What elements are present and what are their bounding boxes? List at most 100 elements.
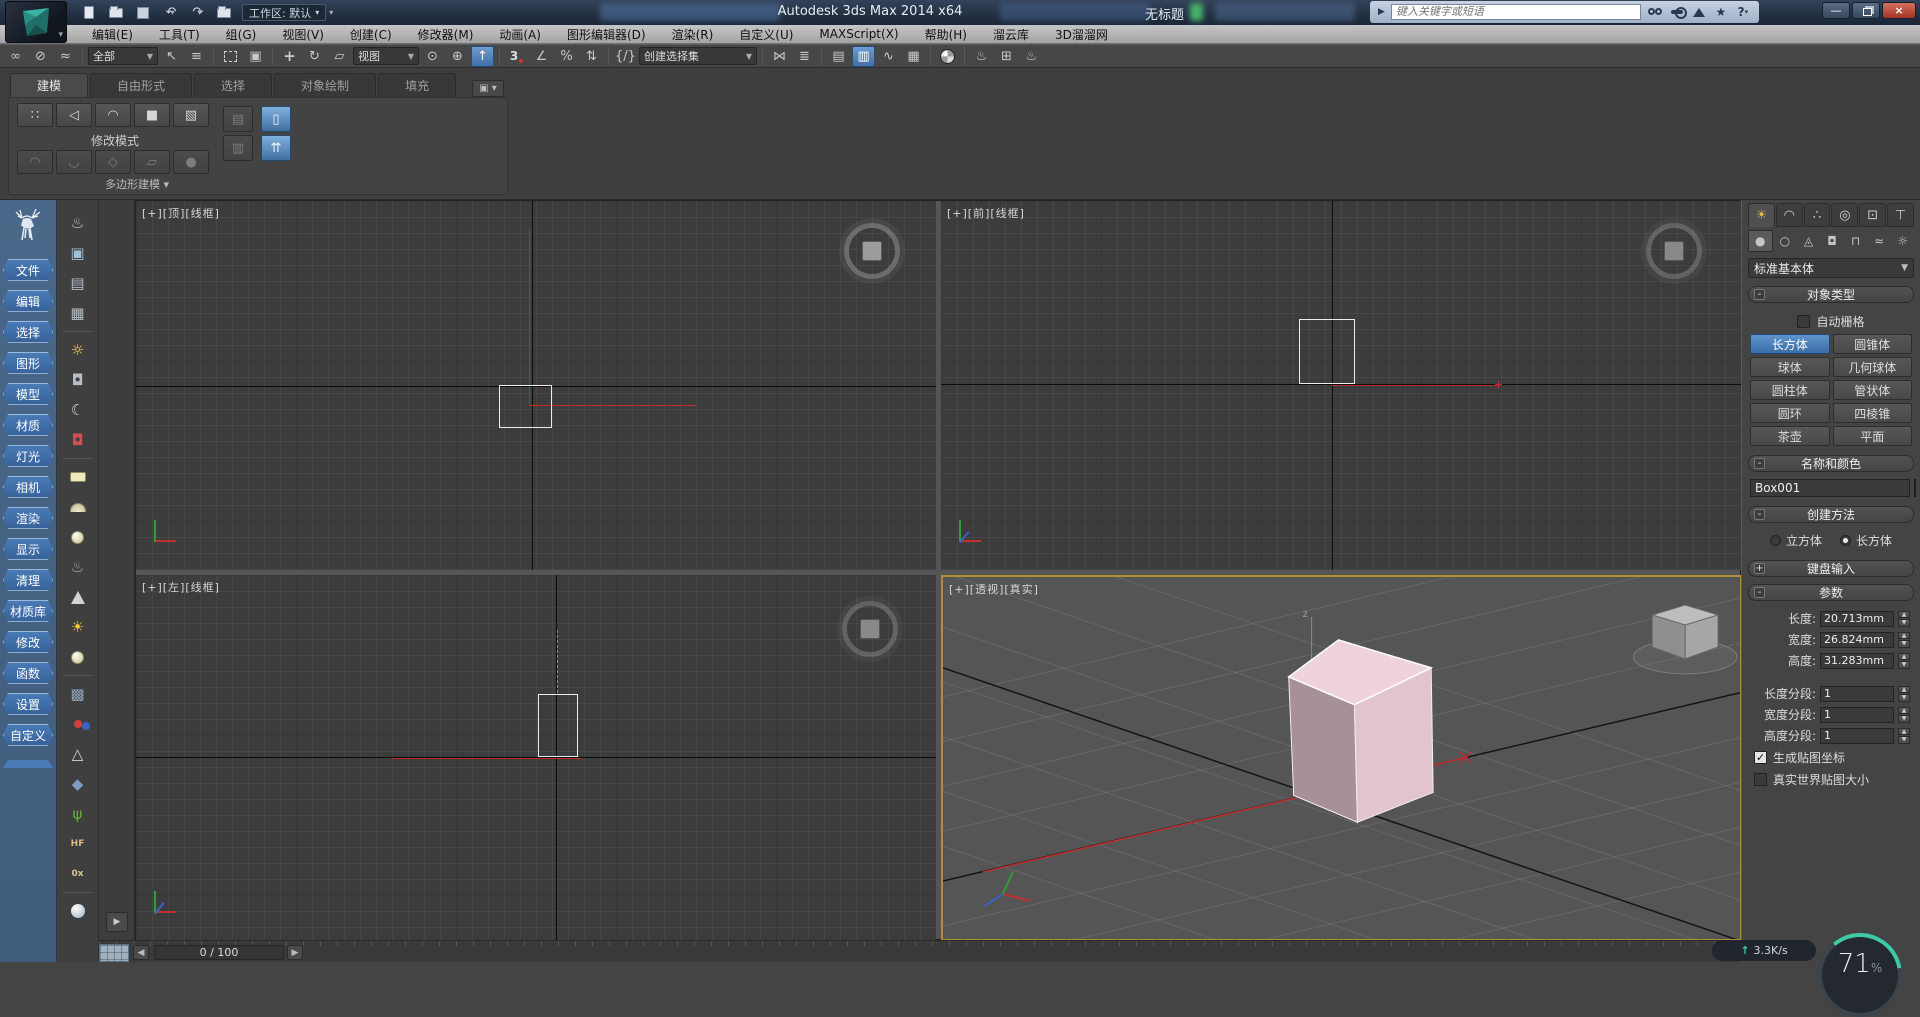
viewport-label[interactable]: [+][顶][线框] bbox=[142, 205, 220, 221]
collapse-icon[interactable]: - bbox=[1754, 587, 1765, 598]
lights-category-icon[interactable]: ◬ bbox=[1797, 230, 1820, 252]
menu-item[interactable]: 帮助(H) bbox=[913, 25, 979, 44]
keyboard-shortcut-override-icon[interactable]: ↑ bbox=[471, 46, 494, 67]
collapse-icon[interactable]: - bbox=[1754, 458, 1765, 469]
rollout-header[interactable]: - 对象类型 bbox=[1748, 286, 1914, 303]
show-end-result-icon[interactable]: ▯ bbox=[261, 106, 291, 132]
plugin-teapot-icon[interactable]: ♨ bbox=[71, 208, 84, 238]
wire-teapot-icon[interactable]: ♨ bbox=[71, 552, 84, 582]
sidebar-item-函数[interactable]: 函数 bbox=[3, 662, 53, 684]
preview-subobject-icon[interactable]: ◠ bbox=[17, 150, 53, 174]
select-by-name-icon[interactable]: ≡ bbox=[185, 46, 208, 67]
grass-icon[interactable]: ψ bbox=[73, 799, 83, 829]
create-tab[interactable]: ☀ bbox=[1748, 203, 1775, 227]
object-type-管状体-button[interactable]: 管状体 bbox=[1833, 380, 1913, 400]
mirror-icon[interactable]: ⋈ bbox=[768, 46, 791, 67]
utilities-tab[interactable]: ⊤ bbox=[1887, 203, 1914, 227]
unlink-selection-icon[interactable]: ⊘ bbox=[29, 46, 52, 67]
object-type-长方体-button[interactable]: 长方体 bbox=[1750, 334, 1830, 354]
shapes-category-icon[interactable]: ○ bbox=[1774, 230, 1797, 252]
viewcube-disc-icon[interactable] bbox=[1646, 223, 1702, 279]
ribbon-config-icon[interactable]: ▣ ▾ bbox=[472, 80, 504, 97]
viewport-perspective-active[interactable]: [+][透视][真实] z bbox=[941, 575, 1742, 941]
reference-coordinate-system-dropdown[interactable]: 视图▼ bbox=[353, 47, 419, 65]
help-icon[interactable]: ?▾ bbox=[1735, 4, 1751, 20]
primitive-category-dropdown[interactable]: 标准基本体 ▼ bbox=[1748, 258, 1914, 278]
mini-curve-editor-button[interactable] bbox=[99, 944, 129, 962]
collapse-icon[interactable]: - bbox=[1754, 509, 1765, 520]
menu-item[interactable]: MAXScript(X) bbox=[807, 26, 910, 42]
spinner-control[interactable]: ▲▼ bbox=[1898, 611, 1910, 627]
ribbon-tab-inactive[interactable]: 对象绘制 bbox=[274, 73, 376, 97]
height-field[interactable]: 31.283mm bbox=[1820, 653, 1894, 669]
viewcube-disc-icon[interactable] bbox=[842, 601, 898, 657]
viewport-label[interactable]: [+][前][线框] bbox=[947, 205, 1025, 221]
toolbar-overflow-icon[interactable]: ▶ bbox=[106, 912, 128, 932]
ribbon-tab-inactive[interactable]: 填充 bbox=[378, 73, 456, 97]
object-type-圆环-button[interactable]: 圆环 bbox=[1750, 403, 1830, 423]
material-editor-icon[interactable] bbox=[936, 46, 959, 67]
render-preview-icon[interactable]: ▣ bbox=[70, 238, 84, 268]
panel-grid-a-icon[interactable]: ▤ bbox=[70, 268, 84, 298]
previous-frame-icon[interactable]: ◀ bbox=[133, 945, 149, 960]
sidebar-item-自定义[interactable]: 自定义 bbox=[3, 724, 53, 746]
rollout-header[interactable]: - 创建方法 bbox=[1748, 506, 1914, 523]
fur-0x-icon[interactable]: 0x bbox=[71, 859, 83, 889]
viewport-label[interactable]: [+][左][线框] bbox=[142, 579, 220, 595]
rollout-header[interactable]: - 参数 bbox=[1748, 584, 1914, 601]
parameter-checkbox[interactable]: ✓ bbox=[1754, 751, 1767, 764]
rollout-header[interactable]: + 键盘输入 bbox=[1748, 560, 1914, 577]
selected-box-outline[interactable] bbox=[538, 694, 578, 757]
sidebar-item-partial[interactable] bbox=[3, 760, 53, 768]
use-pivot-point-center-icon[interactable]: ⊙ bbox=[421, 46, 444, 67]
length-field[interactable]: 20.713mm bbox=[1820, 611, 1894, 627]
vertex-mode-icon[interactable]: ∷ bbox=[17, 103, 53, 127]
panel-title[interactable]: 多边形建模 ▾ bbox=[27, 176, 247, 192]
width-segs-field[interactable]: 1 bbox=[1820, 707, 1894, 723]
previous-modifier-icon[interactable]: ▥ bbox=[223, 135, 253, 161]
menu-item[interactable]: 3D溜溜网 bbox=[1043, 25, 1120, 44]
edge-mode-icon[interactable]: ◁ bbox=[56, 103, 92, 127]
sidebar-item-文件[interactable]: 文件 bbox=[3, 259, 53, 281]
menu-item[interactable]: 组(G) bbox=[214, 25, 269, 44]
parameter-checkbox[interactable] bbox=[1754, 773, 1767, 786]
spinner-control[interactable]: ▲▼ bbox=[1898, 653, 1910, 669]
align-icon[interactable]: ≣ bbox=[793, 46, 816, 67]
bind-to-space-warp-icon[interactable]: ≈ bbox=[54, 46, 77, 67]
selected-box-outline[interactable] bbox=[1299, 319, 1355, 384]
render-setup-icon[interactable]: ♨ bbox=[970, 46, 993, 67]
project-folder-icon[interactable] bbox=[215, 5, 233, 21]
panel-grid-b-icon[interactable]: ▦ bbox=[70, 298, 84, 328]
display-tab[interactable]: ⊡ bbox=[1859, 203, 1886, 227]
minimize-button[interactable]: — bbox=[1822, 2, 1850, 19]
menu-item[interactable]: 图形编辑器(D) bbox=[555, 25, 658, 44]
select-and-move-icon[interactable]: + bbox=[278, 46, 301, 67]
ball-light-icon[interactable] bbox=[71, 642, 84, 672]
undo-icon[interactable]: ↶▾ bbox=[161, 5, 179, 21]
menu-item[interactable]: 自定义(U) bbox=[727, 25, 805, 44]
sidebar-item-显示[interactable]: 显示 bbox=[3, 538, 53, 560]
flyout-arrow-icon[interactable]: ▶ bbox=[1378, 7, 1385, 17]
spinner-control[interactable]: ▲▼ bbox=[1898, 728, 1910, 744]
application-menu-button[interactable]: ▾ bbox=[5, 1, 67, 43]
sidebar-item-修改[interactable]: 修改 bbox=[3, 631, 53, 653]
schematic-view-icon[interactable]: ▦ bbox=[902, 46, 925, 67]
sidebar-item-材质[interactable]: 材质 bbox=[3, 414, 53, 436]
angle-snap-icon[interactable]: ∠ bbox=[530, 46, 553, 67]
next-frame-icon[interactable]: ▶ bbox=[287, 945, 303, 960]
hierarchy-tab[interactable]: ∴ bbox=[1804, 203, 1831, 227]
spinner-control[interactable]: ▲▼ bbox=[1898, 632, 1910, 648]
rectangular-selection-region-icon[interactable] bbox=[219, 46, 242, 67]
optimizer-gauge-widget[interactable]: 71 % bbox=[1818, 933, 1902, 1017]
close-button[interactable]: × bbox=[1882, 2, 1916, 19]
object-type-圆锥体-button[interactable]: 圆锥体 bbox=[1833, 334, 1913, 354]
collapse-stack-icon[interactable]: ▤ bbox=[223, 106, 253, 132]
object-name-input[interactable] bbox=[1750, 479, 1910, 497]
polygon-mode-icon[interactable]: ■ bbox=[134, 103, 170, 127]
communication-center-icon[interactable] bbox=[1691, 4, 1707, 20]
object-type-几何球体-button[interactable]: 几何球体 bbox=[1833, 357, 1913, 377]
width-field[interactable]: 26.824mm bbox=[1820, 632, 1894, 648]
new-file-icon[interactable] bbox=[80, 5, 98, 21]
sidebar-item-设置[interactable]: 设置 bbox=[3, 693, 53, 715]
camera-red-icon[interactable]: ◘ bbox=[72, 425, 84, 455]
